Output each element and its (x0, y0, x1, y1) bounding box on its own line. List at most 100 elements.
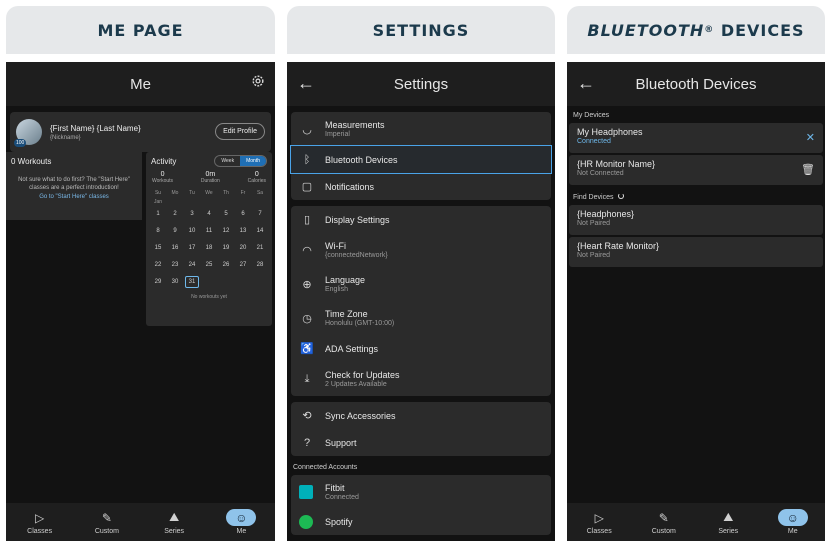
settings-item-sublabel: Imperial (325, 131, 350, 138)
calendar-day[interactable]: 26 (219, 262, 233, 268)
calendar-day[interactable]: 8 (151, 228, 165, 234)
settings-item-icon: ♿ (300, 343, 314, 355)
nav-item-me[interactable]: ☺ Me (216, 509, 266, 535)
calendar-day[interactable]: 31 (185, 275, 199, 288)
calendar-day[interactable]: 2 (168, 211, 182, 217)
calendar-day[interactable]: 9 (168, 228, 182, 234)
calendar-day[interactable]: 4 (202, 211, 216, 217)
settings-item[interactable]: ⤓ Check for Updates 2 Updates Available (291, 362, 551, 396)
settings-group-1: ◡ Measurements Imperial ᛒ Bluetooth Devices ▢… (290, 112, 552, 200)
settings-item-icon: ⊕ (302, 278, 312, 291)
calendar-day[interactable]: 21 (253, 245, 267, 251)
calendar-day[interactable]: 19 (219, 245, 233, 251)
calendar-day[interactable]: 6 (236, 211, 250, 217)
calendar-day[interactable]: 29 (151, 279, 165, 285)
level-badge: 100 (14, 139, 27, 147)
weekday-label: Tu (189, 190, 195, 196)
calendar-day[interactable]: 27 (236, 262, 250, 268)
nav-item-custom[interactable]: ✎ Custom (639, 509, 689, 536)
calendar-day[interactable]: 11 (202, 228, 216, 234)
week-toggle[interactable]: Week (215, 156, 240, 166)
week-month-toggle[interactable]: Week Month (214, 155, 267, 167)
profile-card: 100 {First Name} {Last Name} {Nickname} … (10, 112, 271, 152)
paired-device[interactable]: {HR Monitor Name} Not Connected 🗑 (569, 155, 823, 185)
edit-profile-button[interactable]: Edit Profile (215, 123, 265, 140)
nav-item-classes[interactable]: ▷ Classes (574, 509, 624, 536)
calendar-day[interactable]: 23 (168, 262, 182, 268)
stat-workouts-label: Workouts (152, 178, 174, 184)
custom-icon: ✎ (658, 510, 669, 525)
account-item[interactable]: Spotify (291, 509, 551, 535)
workouts-message: Not sure what to do first? The "Start He… (18, 177, 130, 191)
settings-item[interactable]: ▯ Display Settings (291, 206, 551, 233)
settings-header-label: SETTINGS (372, 20, 470, 40)
calendar-day[interactable]: 30 (168, 279, 182, 285)
calendar-day[interactable]: 28 (253, 262, 267, 268)
workouts-title: 0 Workouts (11, 157, 52, 166)
my-devices-list: My Headphones Connected ✕ {HR Monitor Name}… (567, 123, 825, 185)
settings-item[interactable]: ◠ Wi-Fi {connectedNetwork} (291, 233, 551, 267)
nav-item-series[interactable]: ⛰ Series (149, 509, 199, 535)
settings-item-label: Wi-Fi (325, 241, 346, 251)
settings-item[interactable]: ♿ ADA Settings (291, 335, 551, 362)
trash-icon[interactable]: 🗑 (801, 163, 815, 176)
settings-item[interactable]: ▢ Notifications (291, 173, 551, 200)
calendar-day[interactable]: 12 (219, 228, 233, 234)
calendar-day[interactable]: 16 (168, 245, 182, 251)
available-device[interactable]: {Heart Rate Monitor} Not Paired (569, 237, 823, 267)
bluetooth-devices-header: BLUETOOTH ® DEVICES (567, 6, 825, 54)
stat-duration: 0m Duration (201, 171, 220, 184)
calendar-day[interactable]: 18 (202, 245, 216, 251)
back-arrow-icon[interactable]: ← (297, 73, 315, 94)
avatar[interactable]: 100 (14, 119, 42, 147)
page-title: Bluetooth Devices (635, 75, 757, 93)
account-label: Spotify (325, 517, 353, 527)
settings-item-label: Notifications (325, 181, 375, 192)
account-text: Spotify (325, 517, 353, 527)
settings-item[interactable]: ◷ Time Zone Honolulu (GMT-10:00) (291, 301, 551, 335)
settings-item[interactable]: ⟲ Sync Accessories (291, 402, 551, 429)
find-devices-text: Find Devices (573, 194, 614, 201)
nav-item-custom[interactable]: ✎ Custom (82, 509, 132, 536)
account-item[interactable]: Fitbit Connected (291, 475, 551, 509)
available-device[interactable]: {Headphones} Not Paired (569, 205, 823, 235)
calendar-day[interactable]: 22 (151, 262, 165, 268)
settings-screen: ← Settings ◡ Measurements Imperial ᛒ Bluetoo… (287, 62, 555, 541)
calendar-week: 8 9 10 11 12 13 14 (148, 222, 270, 239)
classes-icon: ▷ (35, 510, 45, 525)
calendar-day[interactable]: 24 (185, 262, 199, 268)
settings-item-text: Language English (325, 275, 365, 293)
nav-item-classes[interactable]: ▷ Classes (15, 509, 65, 536)
stat-duration-label: Duration (200, 178, 220, 184)
settings-item-icon: ◷ (302, 312, 312, 325)
calendar-day[interactable]: 20 (236, 245, 250, 251)
settings-item-label: Display Settings (325, 214, 390, 225)
back-arrow-icon[interactable]: ← (577, 73, 595, 94)
settings-header: SETTINGS (287, 6, 555, 54)
gear-icon[interactable] (251, 74, 265, 92)
calendar-day[interactable]: 7 (253, 211, 267, 217)
nav-item-me[interactable]: ☺ Me (768, 509, 818, 535)
start-here-link[interactable]: Go to "Start Here" classes (11, 194, 137, 200)
settings-item[interactable]: ⊕ Language English (291, 267, 551, 301)
calendar-day[interactable]: 14 (253, 228, 267, 234)
device-status: Not Paired (577, 220, 611, 227)
nav-item-series[interactable]: ⛰ Series (703, 509, 753, 535)
calendar-day[interactable]: 17 (185, 245, 199, 251)
profile-icon: ☺ (226, 509, 257, 526)
nav-label: Me (236, 528, 247, 535)
calendar-day[interactable]: 10 (185, 228, 199, 234)
calendar-day[interactable]: 1 (151, 211, 165, 217)
paired-device[interactable]: My Headphones Connected ✕ (569, 123, 823, 153)
calendar-day[interactable]: 15 (151, 245, 165, 251)
calendar-day[interactable]: 25 (202, 262, 216, 268)
calendar-day[interactable]: 3 (185, 211, 199, 217)
settings-item-text: ADA Settings (325, 344, 378, 354)
calendar-day[interactable]: 13 (236, 228, 250, 234)
settings-item[interactable]: ◡ Measurements Imperial (291, 112, 551, 146)
calendar-day[interactable]: 5 (219, 211, 233, 217)
settings-item[interactable]: ᛒ Bluetooth Devices (290, 145, 552, 174)
disconnect-icon[interactable]: ✕ (806, 131, 815, 144)
settings-item[interactable]: ? Support (291, 429, 551, 456)
month-toggle[interactable]: Month (240, 156, 266, 166)
